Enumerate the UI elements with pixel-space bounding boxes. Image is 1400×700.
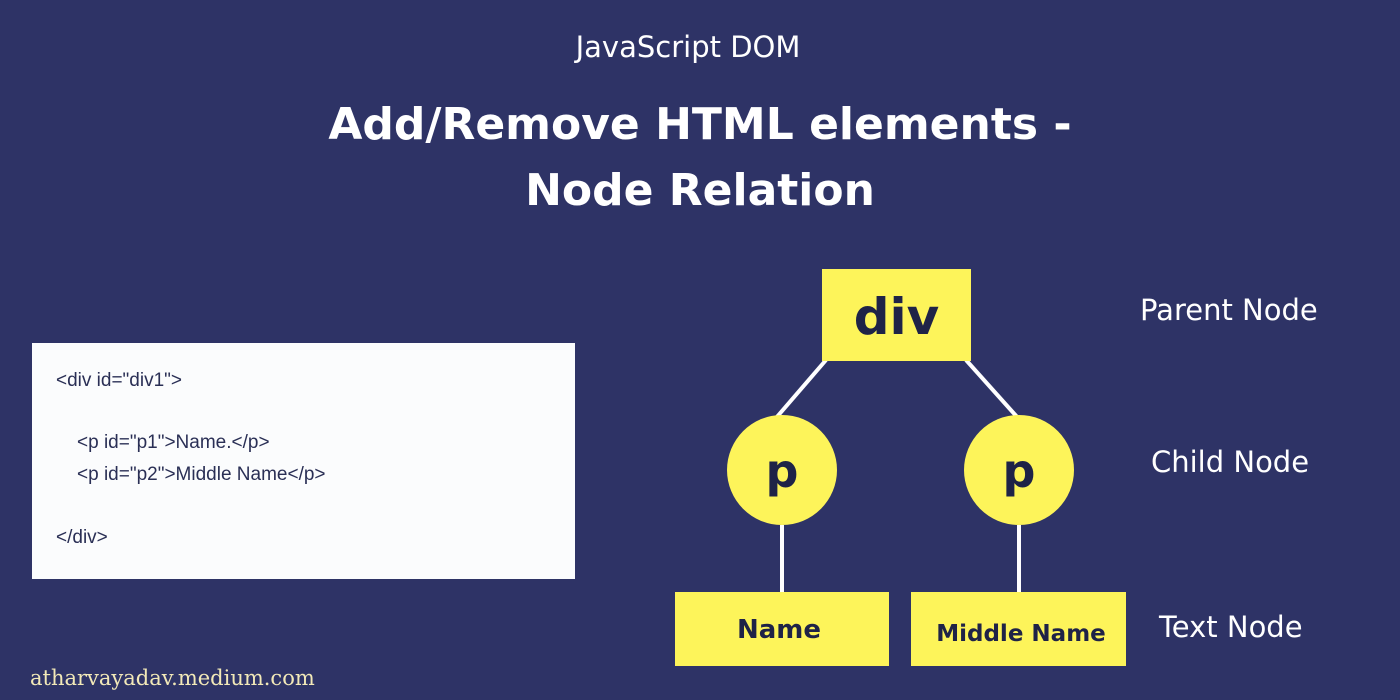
level-label-parent: Parent Node: [1140, 293, 1318, 327]
node-text-2-label: Middle Name: [936, 621, 1106, 647]
node-tree-diagram: div p p Name Middle Name: [675, 269, 1126, 666]
node-div-label: div: [854, 288, 940, 346]
watermark: atharvayadav.medium.com: [30, 666, 315, 690]
edge-div-to-p2: [964, 358, 1020, 420]
node-p1-label: p: [766, 444, 799, 498]
level-label-text: Text Node: [1159, 610, 1303, 644]
node-p2-label: p: [1003, 444, 1036, 498]
edge-div-to-p1: [774, 358, 828, 420]
level-label-child: Child Node: [1151, 445, 1310, 479]
node-text-1-label: Name: [737, 615, 821, 645]
